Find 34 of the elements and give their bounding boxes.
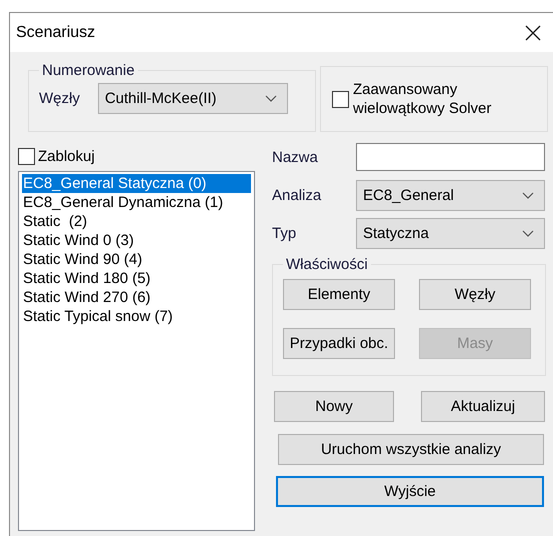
scenario-item[interactable]: EC8_General Dynamiczna (1) [22,193,251,212]
property-button[interactable]: Węzły [419,279,531,310]
group-title: Właściwości [285,256,369,273]
chevron-down-icon [522,192,534,198]
lock-checkbox[interactable] [18,148,35,165]
name-input-field[interactable] [356,143,545,171]
scenario-item[interactable]: Static Wind 180 (5) [22,269,251,288]
scenario-item[interactable]: Static (2) [22,212,251,231]
window-title: Scenariusz [16,24,96,42]
field-label: Nazwa [272,148,319,166]
solver-label: Zaawansowany wielowątkowy Solver [353,80,492,118]
scenario-item[interactable]: Static Wind 0 (3) [22,231,251,250]
chevron-down-icon [264,95,277,102]
dropdown[interactable]: Statyczna [356,218,545,248]
action-button[interactable]: Aktualizuj [421,391,545,422]
lock-label: Zablokuj [38,148,95,165]
dropdown[interactable]: EC8_General [356,180,545,210]
action-button[interactable]: Nowy [274,391,394,422]
chevron-down-icon [522,230,534,236]
property-button[interactable]: Przypadki obc. [283,328,395,359]
numbering-dropdown[interactable]: Cuthill-McKee(II) [98,83,288,114]
field-label: Typ [272,224,298,242]
nodes-label: Węzły [39,90,80,107]
scenario-item[interactable]: Static Wind 90 (4) [22,250,251,269]
action-button[interactable]: Wyjście [276,476,544,507]
scenario-item[interactable]: Static Wind 270 (6) [22,288,251,307]
solver-checkbox[interactable] [332,90,349,108]
field-label: Analiza [272,186,322,204]
scenario-item[interactable]: EC8_General Statyczna (0) [22,174,251,193]
scenario-item[interactable]: Static Typical snow (7) [22,307,251,326]
action-button[interactable]: Uruchom wszystkie analizy [278,434,544,465]
group-title: Numerowanie [41,62,136,79]
close-icon[interactable] [524,24,542,42]
property-button[interactable]: Elementy [283,279,395,310]
